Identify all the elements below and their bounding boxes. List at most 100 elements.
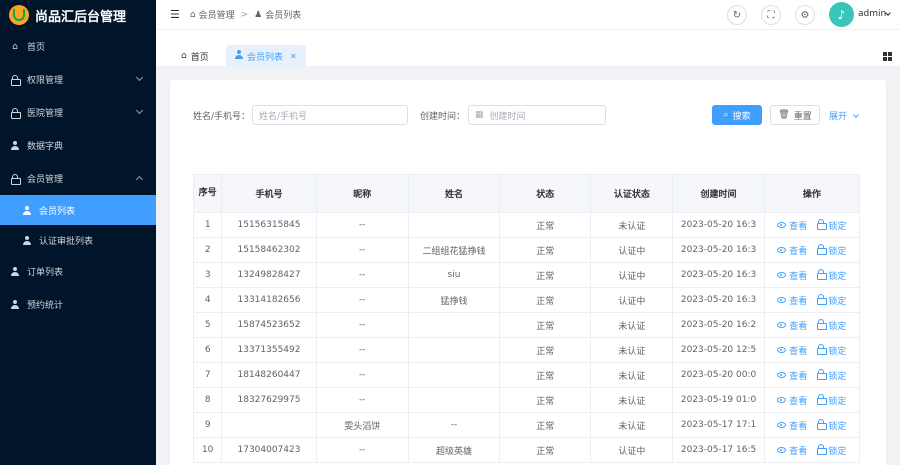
sidebar-item-label: 首页 [27,43,46,53]
lock-icon [817,319,828,331]
lock-icon [817,344,828,356]
lock-button[interactable]: 锁定 [817,269,846,282]
sidebar-item-label: 预约统计 [27,301,64,311]
view-button[interactable]: 查看 [777,444,807,457]
reset-button[interactable]: 🗑 重置 [770,105,820,125]
view-label: 查看 [789,446,808,457]
settings-button[interactable]: ⚙ [795,5,815,25]
lock-button[interactable]: 锁定 [817,344,846,357]
fullscreen-button[interactable]: ⛶ [761,5,781,25]
cell-actions: 查看 锁定 [763,387,861,413]
cell-actions: 查看 锁定 [763,412,861,438]
tab-label: 会员列表 [247,52,284,63]
search-button[interactable]: ⌕ 搜索 [712,105,762,125]
cell-phone: 15158462302 [221,237,317,263]
lock-icon [817,244,828,256]
lock-button[interactable]: 锁定 [817,369,846,382]
expand-link-label: 展开 [829,112,848,122]
sidebar-item[interactable]: 数据字典 [0,129,156,162]
avatar[interactable]: ♪ [829,2,854,27]
create-time-placeholder: 创建时间 [489,111,526,122]
view-button[interactable]: 查看 [777,294,807,307]
cell-name [407,387,501,413]
lock-button[interactable]: 锁定 [817,394,846,407]
view-button[interactable]: 查看 [777,269,807,282]
lock-button[interactable]: 锁定 [817,319,846,332]
column-header: 创建时间 [672,174,765,213]
cell-status: 正常 [499,387,592,413]
lock-label: 锁定 [828,421,847,432]
cell-idx: 8 [192,387,223,413]
user-name[interactable]: admin [858,9,886,19]
view-button[interactable]: 查看 [777,219,807,232]
cell-name [407,337,501,363]
view-button[interactable]: 查看 [777,419,807,432]
cell-time: 2023-05-19 01:0 [672,387,765,413]
search-icon: ⌕ [723,110,729,120]
name-label: 姓名/手机号： [193,112,251,122]
grid-menu-icon[interactable] [883,52,892,61]
view-button[interactable]: 查看 [777,394,807,407]
tab-home[interactable]: ⌂ 首页 [172,45,218,67]
view-label: 查看 [789,321,808,332]
column-header: 状态 [499,174,592,213]
sidebar-item[interactable]: 医院管理 [0,96,156,129]
sidebar-item[interactable]: ⌂ 首页 [0,30,156,63]
eye-icon [777,347,787,353]
view-button[interactable]: 查看 [777,344,807,357]
cell-status: 正常 [499,412,592,438]
header: ☰ ⌂ 会员管理 > ♟ 会员列表 ↻ ⛶ ⚙ ♪ admin [156,0,900,30]
close-icon[interactable]: ✕ [290,52,297,61]
cell-name [407,312,501,338]
lock-label: 锁定 [828,346,847,357]
cell-idx: 6 [192,337,223,363]
sidebar-item[interactable]: 订单列表 [0,255,156,288]
column-header: 认证状态 [590,174,674,213]
view-button[interactable]: 查看 [777,369,807,382]
hamburger-icon[interactable]: ☰ [170,8,180,21]
lock-icon: ⌂ [189,9,196,20]
sidebar-item[interactable]: 会员列表 [0,195,156,225]
table-row: 1 15156315845 -- 正常 未认证 2023-05-20 16:3 查看 锁定 [192,212,861,238]
user-icon [22,235,32,245]
sidebar-item[interactable]: 预约统计 [0,288,156,321]
lock-label: 锁定 [828,246,847,257]
sidebar-item-label: 会员管理 [27,175,64,185]
sidebar-item[interactable]: 权限管理 [0,63,156,96]
cell-actions: 查看 锁定 [763,237,861,263]
cell-actions: 查看 锁定 [763,362,861,388]
lock-button[interactable]: 锁定 [817,244,846,257]
lock-icon [817,219,828,231]
lock-button[interactable]: 锁定 [817,419,846,432]
cell-auth: 未认证 [590,387,674,413]
expand-link[interactable]: 展开 [829,109,859,122]
create-time-picker[interactable]: ▦ 创建时间 [468,105,606,125]
view-label: 查看 [789,346,808,357]
view-button[interactable]: 查看 [777,244,807,257]
name-phone-placeholder: 姓名/手机号 [259,111,308,122]
breadcrumb-item[interactable]: 会员管理 [199,8,235,21]
lock-button[interactable]: 锁定 [817,294,846,307]
cell-phone: 13314182656 [221,287,317,313]
breadcrumb-separator: > [240,9,249,20]
cell-auth: 未认证 [590,212,674,238]
name-phone-input[interactable]: 姓名/手机号 [252,105,408,125]
view-button[interactable]: 查看 [777,319,807,332]
cell-phone: 15874523652 [221,312,317,338]
sidebar-item-label: 数据字典 [27,142,64,152]
refresh-button[interactable]: ↻ [727,5,747,25]
column-header: 姓名 [407,174,501,213]
cell-nick: -- [315,337,409,363]
lock-icon [817,369,828,381]
cell-status: 正常 [499,212,592,238]
lock-button[interactable]: 锁定 [817,444,846,457]
sidebar-item[interactable]: 会员管理 [0,162,156,195]
sidebar-item[interactable]: 认证审批列表 [0,225,156,255]
lock-button[interactable]: 锁定 [817,219,846,232]
cell-actions: 查看 锁定 [763,312,861,338]
column-header: 操作 [763,174,861,213]
cell-actions: 查看 锁定 [763,337,861,363]
lock-icon [10,108,21,119]
cell-nick: -- [315,237,409,263]
tab-member-list[interactable]: 会员列表 ✕ [226,45,306,67]
